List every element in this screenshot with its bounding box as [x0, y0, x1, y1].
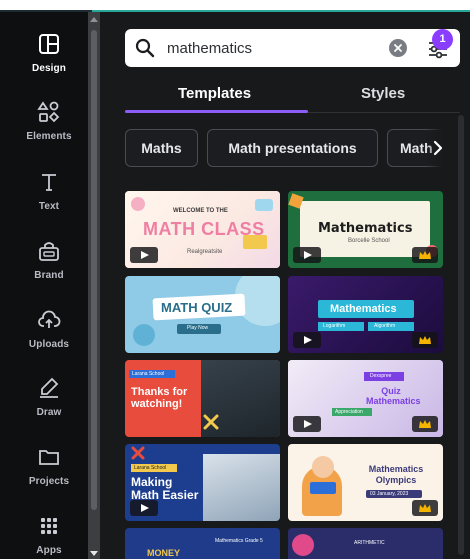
template-title: Making Math Easier: [131, 475, 199, 502]
rail-label: Elements: [26, 131, 72, 142]
rail-item-uploads[interactable]: Uploads: [0, 308, 98, 370]
search-bar[interactable]: [125, 29, 460, 67]
tab-templates[interactable]: Templates: [178, 85, 251, 102]
rail-label: Apps: [36, 545, 62, 556]
x-mark-icon: [203, 414, 219, 430]
premium-badge: [412, 416, 438, 432]
search-icon: [135, 38, 155, 58]
tab-styles[interactable]: Styles: [361, 85, 405, 102]
template-card[interactable]: Mathematics Olympics 03 January, 2023: [288, 444, 443, 521]
layout-icon: [39, 34, 59, 54]
premium-badge: [412, 500, 438, 516]
template-card[interactable]: ARITHMETIC: [288, 528, 443, 559]
template-card[interactable]: Mathematics Logarithm Algorithm: [288, 276, 443, 353]
x-mark-icon: [131, 446, 145, 460]
premium-badge: [412, 332, 438, 348]
side-rail: Design Elements Text Brand Uploads Draw …: [0, 12, 98, 559]
template-title: MONEY: [147, 548, 181, 558]
rail-scrollbar-thumb[interactable]: [91, 30, 97, 510]
video-badge: [293, 247, 321, 263]
rail-item-design[interactable]: Design: [0, 32, 98, 94]
template-kicker: Larana School: [132, 371, 165, 377]
template-title: Mathematics Olympics: [368, 464, 424, 485]
rail-item-draw[interactable]: Draw: [0, 376, 98, 438]
rail-item-elements[interactable]: Elements: [0, 100, 98, 162]
rail-item-brand[interactable]: Brand: [0, 239, 98, 301]
pen-icon: [40, 377, 59, 398]
rail-label: Text: [38, 201, 60, 212]
template-card[interactable]: Larana School Making Math Easier: [125, 444, 280, 521]
template-card[interactable]: Mathematics Grade 5 MONEY: [125, 528, 280, 559]
template-date: 03 January, 2023: [370, 491, 409, 497]
scroll-up-arrow-icon[interactable]: [90, 17, 98, 22]
crown-icon: [419, 251, 431, 259]
crown-icon: [419, 336, 431, 344]
grid-icon: [41, 518, 57, 534]
panel-scrollbar[interactable]: [458, 115, 464, 555]
template-tag: Algorithm: [374, 323, 396, 329]
premium-badge: [412, 247, 438, 263]
brand-kit-icon: [39, 242, 59, 261]
video-badge: [293, 416, 321, 432]
template-kicker: WELCOME TO THE: [173, 208, 228, 214]
template-title: Quiz Mathematics: [366, 386, 421, 406]
filter-count-badge: 1: [432, 29, 453, 50]
rail-item-text[interactable]: Text: [0, 170, 98, 232]
template-card[interactable]: Mathematics Borcelle School: [288, 191, 443, 268]
search-input[interactable]: [167, 34, 377, 62]
template-title: Mathematics: [318, 221, 413, 236]
scroll-down-arrow-icon[interactable]: [90, 551, 98, 556]
video-badge: [293, 332, 321, 348]
rail-label: Projects: [28, 476, 70, 487]
rail-label: Draw: [36, 407, 62, 418]
template-title: Thanks for watching!: [131, 386, 188, 410]
chip-math-presentations[interactable]: Math presentations: [207, 129, 378, 167]
active-tab-indicator: [125, 110, 308, 113]
close-icon: [394, 44, 402, 52]
crown-icon: [419, 504, 431, 512]
template-kicker: Larana School: [134, 465, 167, 471]
template-card[interactable]: Larana School Thanks for watching!: [125, 360, 280, 437]
clear-search-button[interactable]: [389, 39, 407, 57]
template-card[interactable]: WELCOME TO THE MATH CLASS Realgreatsite: [125, 191, 280, 268]
template-kicker: ARITHMETIC: [354, 540, 385, 546]
template-tag: Logarithm: [323, 323, 346, 329]
shapes-icon: [37, 101, 60, 123]
template-title: Mathematics: [330, 303, 397, 315]
rail-item-projects[interactable]: Projects: [0, 445, 98, 507]
template-card[interactable]: MATH QUIZ Play Now: [125, 276, 280, 353]
template-card[interactable]: Dexspree Quiz Mathematics Appreciation: [288, 360, 443, 437]
template-title: MATH CLASS: [143, 219, 265, 239]
template-title: MATH QUIZ: [161, 300, 233, 315]
video-badge: [130, 247, 158, 263]
template-tag: Appreciation: [335, 409, 363, 415]
video-badge: [130, 500, 158, 516]
rail-label: Design: [32, 63, 66, 74]
template-kicker: Mathematics Grade 5: [215, 538, 263, 544]
chevron-right-icon[interactable]: [430, 139, 446, 157]
text-icon: [42, 174, 56, 191]
rail-label: Brand: [34, 270, 64, 281]
top-strip: [0, 0, 470, 10]
crown-icon: [419, 420, 431, 428]
cloud-upload-icon: [38, 310, 61, 328]
template-footer: Realgreatsite: [187, 249, 223, 255]
template-kicker: Dexspree: [370, 373, 392, 379]
folder-icon: [39, 450, 59, 465]
chip-maths[interactable]: Maths: [125, 129, 198, 167]
rail-label: Uploads: [28, 339, 70, 350]
template-subtitle: Borcelle School: [348, 238, 390, 244]
template-button-label: Play Now: [187, 325, 209, 331]
rail-item-apps[interactable]: Apps: [0, 514, 98, 559]
